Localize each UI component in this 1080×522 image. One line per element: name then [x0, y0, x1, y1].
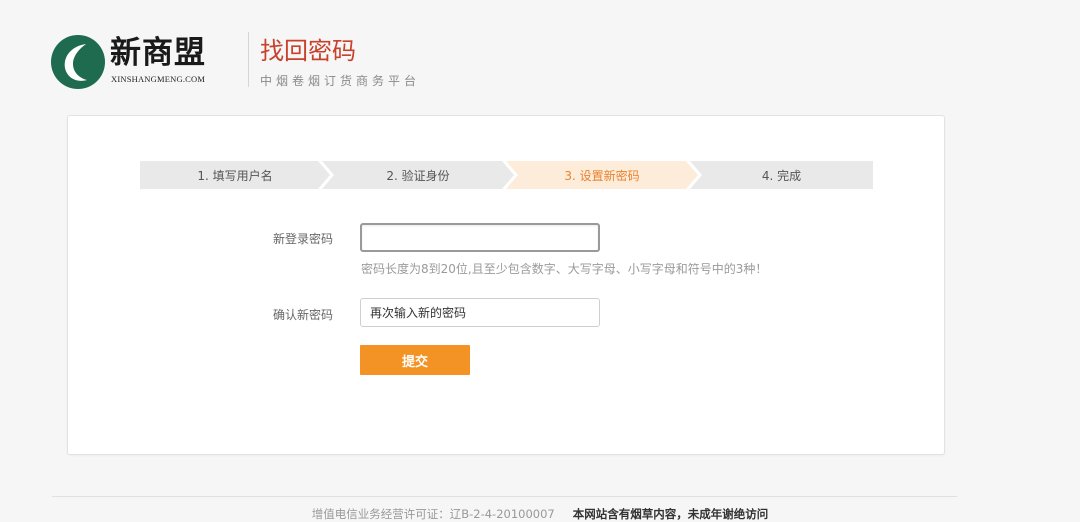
reset-password-card: 1. 填写用户名 2. 验证身份 3. 设置新密码 4. 完成 新登录密码 密码… — [67, 115, 945, 455]
step-enter-username: 1. 填写用户名 — [140, 161, 330, 189]
header-divider — [248, 32, 249, 87]
new-password-label: 新登录密码 — [272, 232, 333, 246]
page-title: 找回密码 — [260, 37, 356, 65]
step-label: 2. 验证身份 — [386, 168, 450, 183]
confirm-password-input[interactable] — [360, 298, 600, 327]
logo-icon[interactable] — [50, 34, 106, 90]
logo-domain: XINSHANGMENG.COM — [111, 74, 206, 84]
license-text: 增值电信业务经营许可证：辽B-2-4-20100007 — [311, 507, 555, 521]
submit-button[interactable]: 提交 — [360, 345, 470, 375]
page-subtitle: 中烟卷烟订货商务平台 — [260, 74, 421, 88]
step-set-new-password: 3. 设置新密码 — [506, 161, 698, 189]
password-hint: 密码长度为8到20位,且至少包含数字、大写字母、小写字母和符号中的3种！ — [361, 262, 768, 276]
logo-name[interactable]: 新商盟 — [110, 35, 206, 71]
step-label: 1. 填写用户名 — [197, 168, 273, 183]
step-verify-identity: 2. 验证身份 — [322, 161, 514, 189]
footer-divider — [52, 496, 957, 497]
step-label: 4. 完成 — [761, 168, 802, 183]
minor-warning: 本网站含有烟草内容，未成年谢绝访问 — [572, 507, 769, 521]
step-label: 3. 设置新密码 — [564, 168, 640, 183]
footer: 增值电信业务经营许可证：辽B-2-4-20100007 本网站含有烟草内容，未成年… — [0, 506, 1080, 522]
confirm-password-label: 确认新密码 — [272, 308, 333, 322]
progress-steps: 1. 填写用户名 2. 验证身份 3. 设置新密码 4. 完成 — [140, 161, 873, 189]
step-complete: 4. 完成 — [690, 161, 873, 189]
new-password-input[interactable] — [360, 223, 600, 252]
